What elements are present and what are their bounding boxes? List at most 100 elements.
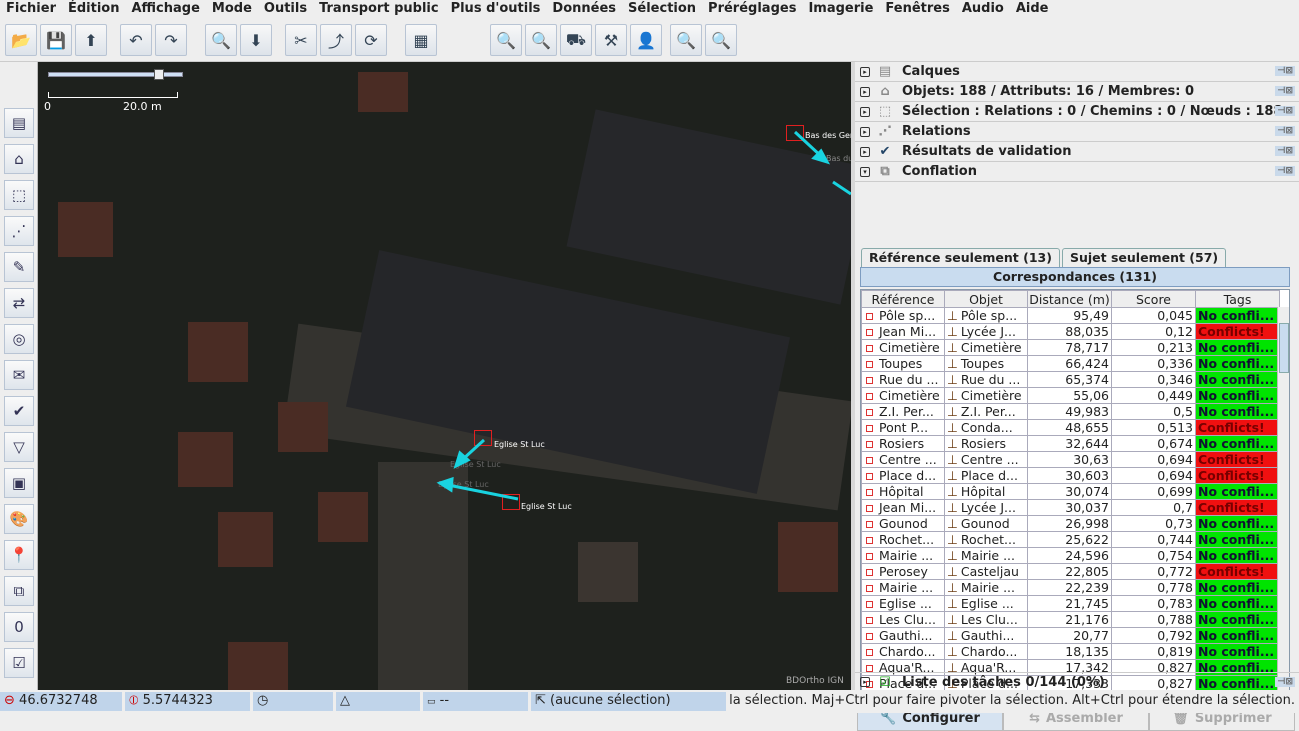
menu-12[interactable]: Audio [956,0,1010,20]
zoom-4-icon[interactable]: 🔍 [705,24,737,56]
menu-3[interactable]: Mode [206,0,258,20]
pin-close-icons[interactable]: ⊣⊠ [1275,166,1295,176]
collapse-icon[interactable]: ▾ [860,166,870,177]
marker-icon[interactable]: 📍 [4,540,34,570]
conflation-icon[interactable]: ✂ [285,24,317,56]
expand-icon[interactable]: ▸ [860,86,870,97]
menu-11[interactable]: Fenêtres [879,0,955,20]
menu-5[interactable]: Transport public [313,0,445,20]
column-header[interactable]: Objet [944,290,1028,308]
table-row[interactable]: Mairie ... ⊥ Mairie ... 24,596 0,754 No c… [861,547,1280,564]
menu-8[interactable]: Sélection [622,0,702,20]
map-paint-icon[interactable]: ✎ [4,252,34,282]
pin-close-icons[interactable]: ⊣⊠ [1275,126,1295,136]
zero-icon[interactable]: 0 [4,612,34,642]
pin-close-icons[interactable]: ⊣⊠ [1275,677,1295,687]
user-icon[interactable]: 👤 [630,24,662,56]
column-header[interactable]: Score [1111,290,1196,308]
redo-icon[interactable]: ↷ [155,24,187,56]
expand-icon[interactable]: ▸ [860,126,870,137]
zoom-2-icon[interactable]: 🔍 [525,24,557,56]
table-row[interactable]: Gauthi... ⊥ Gauthi... 20,77 0,792 No conf… [861,627,1280,644]
table-row[interactable]: Perosey ⊥ Casteljau 22,805 0,772 Conflict… [861,563,1280,580]
table-scrollbar[interactable] [1277,307,1289,700]
zoom-preferences-icon[interactable]: 🔍 [205,24,237,56]
tasks-icon[interactable]: ☑ [4,648,34,678]
layers-icon[interactable]: ▤ [4,108,34,138]
menu-1[interactable]: Édition [62,0,126,20]
palette-icon[interactable]: 🎨 [4,504,34,534]
map-view[interactable]: 0 20.0 m Bas des Ger Bas du Eglise St Lu… [38,62,851,690]
selection-icon[interactable]: ⬚ [4,180,34,210]
table-row[interactable]: Jean Mi... ⊥ Lycée J... 30,037 0,7 Confli… [861,499,1280,516]
conflation-icon[interactable]: ⧉ [4,576,34,606]
dialog-header-3[interactable]: ▸ ⋰ Relations ⊣⊠ [855,122,1299,142]
dialog-header-1[interactable]: ▸ ⌂ Objets: 188 / Attributs: 16 / Membres:… [855,82,1299,102]
menu-9[interactable]: Préréglages [702,0,802,20]
map-icon[interactable]: ▦ [405,24,437,56]
table-row[interactable]: Pôle sp... ⊥ Pôle sp... 95,49 0,045 No co… [861,307,1280,324]
scroll-thumb[interactable] [1279,323,1289,373]
pin-close-icons[interactable]: ⊣⊠ [1275,106,1295,116]
table-row[interactable]: Gounod ⊥ Gounod 26,998 0,73 No confli... [861,515,1280,532]
tab-reference-only[interactable]: Référence seulement (13) [861,248,1060,267]
column-header[interactable]: Référence [861,290,945,308]
table-row[interactable]: Rosiers ⊥ Rosiers 32,644 0,674 No confli.… [861,435,1280,452]
table-row[interactable]: Cimetière ⊥ Cimetière 55,06 0,449 No conf… [861,387,1280,404]
menu-4[interactable]: Outils [258,0,313,20]
split-icon[interactable]: ⤴ [320,24,352,56]
expand-icon[interactable]: ▸ [860,146,870,157]
tools-icon[interactable]: ⚒ [595,24,627,56]
column-header[interactable]: Tags [1195,290,1280,308]
table-row[interactable]: Pont P... ⊥ Conda... 48,655 0,513 Conflic… [861,419,1280,436]
mail-icon[interactable]: ✉ [4,360,34,390]
table-row[interactable]: Les Clu... ⊥ Les Clu... 21,176 0,788 No c… [861,611,1280,628]
relation-icon[interactable]: ⋰ [4,216,34,246]
menu-10[interactable]: Imagerie [802,0,879,20]
expand-icon[interactable]: ▸ [860,677,870,687]
menu-7[interactable]: Données [546,0,622,20]
dialog-header-5[interactable]: ▾ ⧉ Conflation ⊣⊠ [855,162,1299,182]
plugin-icon[interactable]: ⇄ [4,288,34,318]
upload-icon[interactable]: ⬆ [75,24,107,56]
expand-icon[interactable]: ▸ [860,106,870,117]
table-row[interactable]: Hôpital ⊥ Hôpital 30,074 0,699 No confli.… [861,483,1280,500]
dialog-header-0[interactable]: ▸ ▤ Calques ⊣⊠ [855,62,1299,82]
tag-icon[interactable]: ⌂ [4,144,34,174]
zoom-1-icon[interactable]: 🔍 [490,24,522,56]
table-row[interactable]: Rochet... ⊥ Rochet... 25,622 0,744 No con… [861,531,1280,548]
tab-subject-only[interactable]: Sujet seulement (57) [1062,248,1227,267]
open-icon[interactable]: 📂 [5,24,37,56]
table-row[interactable]: Place d... ⊥ Place d... 30,603 0,694 Conf… [861,467,1280,484]
download-icon[interactable]: ⬇ [240,24,272,56]
pin-close-icons[interactable]: ⊣⊠ [1275,146,1295,156]
route-icon[interactable]: ⛟ [560,24,592,56]
dialog-header-2[interactable]: ▸ ⬚ Sélection : Relations : 0 / Chemins : … [855,102,1299,122]
table-row[interactable]: Toupes ⊥ Toupes 66,424 0,336 No confli... [861,355,1280,372]
table-row[interactable]: Rue du ... ⊥ Rue du ... 65,374 0,346 No c… [861,371,1280,388]
save-icon[interactable]: 💾 [40,24,72,56]
dialog-header-4[interactable]: ▸ ✔ Résultats de validation ⊣⊠ [855,142,1299,162]
pin-close-icons[interactable]: ⊣⊠ [1275,86,1295,96]
box-icon[interactable]: ▣ [4,468,34,498]
validation-icon[interactable]: ✔ [4,396,34,426]
table-row[interactable]: Cimetière ⊥ Cimetière 78,717 0,213 No con… [861,339,1280,356]
column-header[interactable]: Distance (m) [1027,290,1112,308]
menu-6[interactable]: Plus d'outils [445,0,547,20]
menu-0[interactable]: Fichier [0,0,62,20]
task-list-header[interactable]: ▸ ☑ Liste des tâches 0/144 (0%) ⊣⊠ [855,672,1299,692]
tab-matches[interactable]: Correspondances (131) [860,267,1290,287]
table-row[interactable]: Centre ... ⊥ Centre ... 30,63 0,694 Confl… [861,451,1280,468]
refresh-icon[interactable]: ⟳ [355,24,387,56]
filter-icon[interactable]: ▽ [4,432,34,462]
table-row[interactable]: Z.I. Per... ⊥ Z.I. Per... 49,983 0,5 No c… [861,403,1280,420]
photo-icon[interactable]: ◎ [4,324,34,354]
expand-icon[interactable]: ▸ [860,66,870,77]
menu-2[interactable]: Affichage [125,0,205,20]
zoom-3-icon[interactable]: 🔍 [670,24,702,56]
table-row[interactable]: Jean Mi... ⊥ Lycée J... 88,035 0,12 Confl… [861,323,1280,340]
table-row[interactable]: Chardo... ⊥ Chardo... 18,135 0,819 No con… [861,643,1280,660]
undo-icon[interactable]: ↶ [120,24,152,56]
table-row[interactable]: Mairie ... ⊥ Mairie ... 22,239 0,778 No c… [861,579,1280,596]
table-row[interactable]: Eglise ... ⊥ Eglise ... 21,745 0,783 No c… [861,595,1280,612]
